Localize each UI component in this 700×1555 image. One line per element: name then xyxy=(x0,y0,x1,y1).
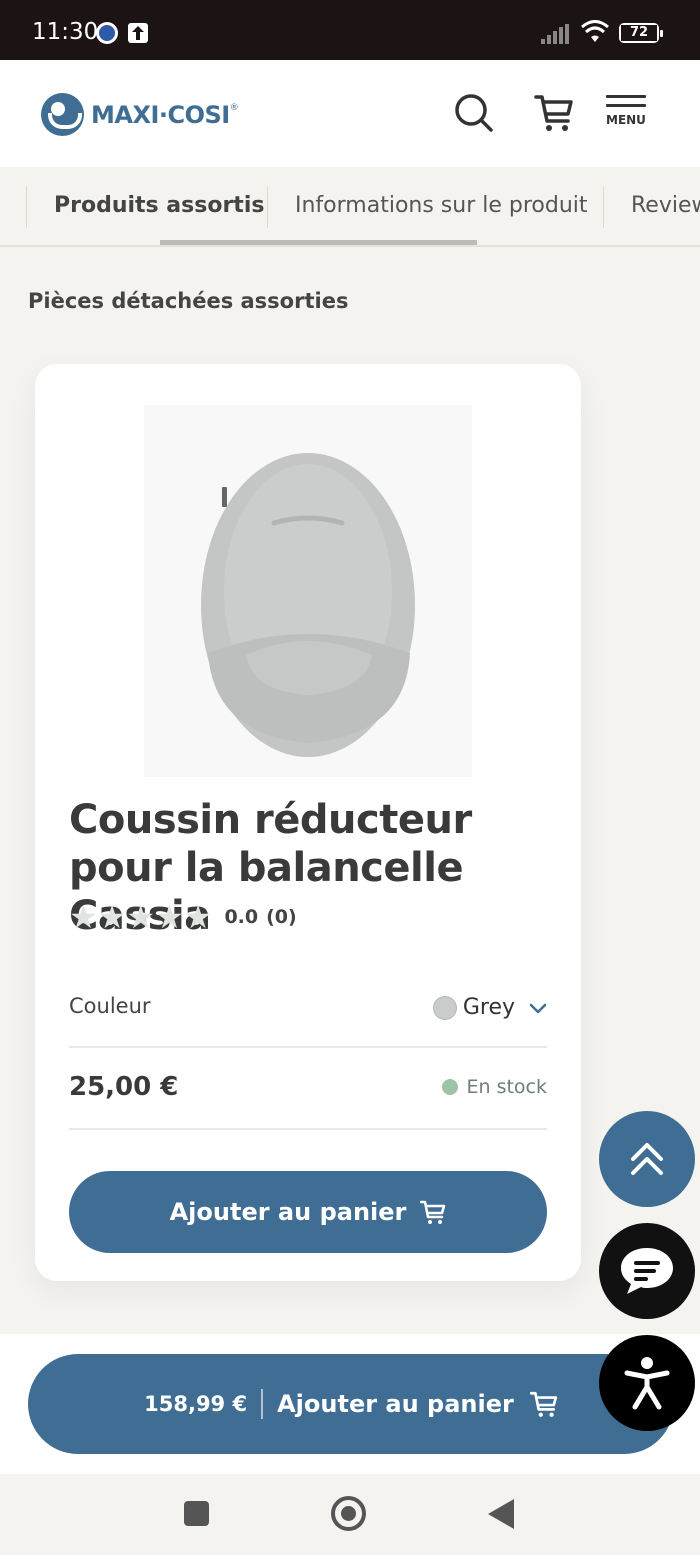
stock-dot-icon xyxy=(442,1079,459,1095)
accessibility-button[interactable] xyxy=(599,1335,695,1431)
site-header: MAXI·COSI ® MENU xyxy=(0,60,700,167)
status-time: 11:30 xyxy=(32,19,99,45)
add-to-cart-button[interactable]: Ajouter au panier xyxy=(69,1171,547,1253)
add-to-cart-label: Ajouter au panier xyxy=(169,1198,407,1226)
sticky-add-to-cart-button[interactable]: 158,99 € Ajouter au panier xyxy=(28,1354,674,1454)
sticky-divider xyxy=(261,1389,264,1419)
app-notification-icon xyxy=(96,22,118,44)
tab-reviews[interactable]: Reviews xyxy=(631,187,700,227)
stock-status: En stock xyxy=(442,1076,547,1098)
android-nav-bar xyxy=(0,1474,700,1555)
back-button[interactable] xyxy=(488,1499,514,1529)
star-icon: ★ xyxy=(126,898,156,936)
color-selector-row: Couleur Grey xyxy=(69,984,547,1048)
search-icon xyxy=(455,94,493,132)
upload-notification-icon xyxy=(128,23,148,43)
menu-label: MENU xyxy=(606,113,646,127)
chat-button[interactable] xyxy=(599,1223,695,1319)
search-button[interactable] xyxy=(454,93,494,137)
accessibility-icon xyxy=(624,1357,670,1410)
battery-level: 72 xyxy=(621,25,657,41)
logo-text: MAXI·COSI xyxy=(91,100,230,129)
sticky-price: 158,99 € xyxy=(144,1392,248,1416)
product-tabs: Produits assortis Informations sur le pr… xyxy=(0,167,700,247)
color-value: Grey xyxy=(462,995,515,1020)
stock-label: En stock xyxy=(466,1076,547,1098)
star-icon: ★ xyxy=(183,898,213,936)
signal-icon xyxy=(541,24,569,44)
recent-apps-button[interactable] xyxy=(184,1501,209,1526)
sticky-cart-bar: 158,99 € Ajouter au panier xyxy=(0,1334,700,1474)
star-icon: ★ xyxy=(69,898,98,936)
menu-icon-bar xyxy=(606,104,646,107)
tab-produits-assortis[interactable]: Produits assortis xyxy=(54,187,264,227)
color-swatch xyxy=(432,995,457,1020)
rating-value: 0.0 xyxy=(224,906,259,928)
price-row: 25,00 € En stock xyxy=(69,1050,547,1130)
menu-icon xyxy=(606,95,646,98)
tab-scroll-indicator[interactable] xyxy=(160,240,477,245)
tab-divider xyxy=(603,186,604,228)
logo-registered-mark: ® xyxy=(229,102,239,113)
chat-icon xyxy=(621,1248,673,1294)
color-label: Couleur xyxy=(69,994,151,1018)
tab-informations-produit[interactable]: Informations sur le produit xyxy=(295,187,588,227)
rating-count: (0) xyxy=(266,906,297,928)
product-rating[interactable]: ★ ★ ★ ★ ★ 0.0 (0) xyxy=(69,901,297,933)
tab-divider xyxy=(26,186,27,228)
product-card: Coussin réducteur pour la balancelle Cas… xyxy=(35,364,581,1281)
menu-button[interactable]: MENU xyxy=(606,95,646,127)
battery-icon: 72 xyxy=(619,23,663,43)
color-dropdown[interactable]: Grey xyxy=(432,995,547,1020)
cart-icon xyxy=(420,1200,446,1224)
cart-icon xyxy=(529,1391,558,1417)
product-image[interactable] xyxy=(144,405,472,777)
scroll-to-top-button[interactable] xyxy=(599,1111,695,1207)
cart-icon xyxy=(534,95,573,131)
logo-mark-icon xyxy=(41,93,84,136)
star-icon: ★ xyxy=(97,898,127,936)
maxi-cosi-logo[interactable]: MAXI·COSI ® xyxy=(41,93,239,136)
star-icon: ★ xyxy=(155,898,184,936)
chevron-down-icon xyxy=(529,1003,547,1013)
home-button[interactable] xyxy=(331,1496,366,1531)
section-title: Pièces détachées assorties xyxy=(28,289,349,313)
product-price: 25,00 € xyxy=(69,1072,179,1102)
wifi-icon xyxy=(581,20,609,42)
double-chevron-up-icon xyxy=(631,1143,663,1175)
sticky-add-label: Ajouter au panier xyxy=(277,1390,514,1418)
tab-divider xyxy=(267,186,268,228)
cart-button[interactable] xyxy=(534,93,574,137)
status-bar: 11:30 72 xyxy=(0,0,700,60)
